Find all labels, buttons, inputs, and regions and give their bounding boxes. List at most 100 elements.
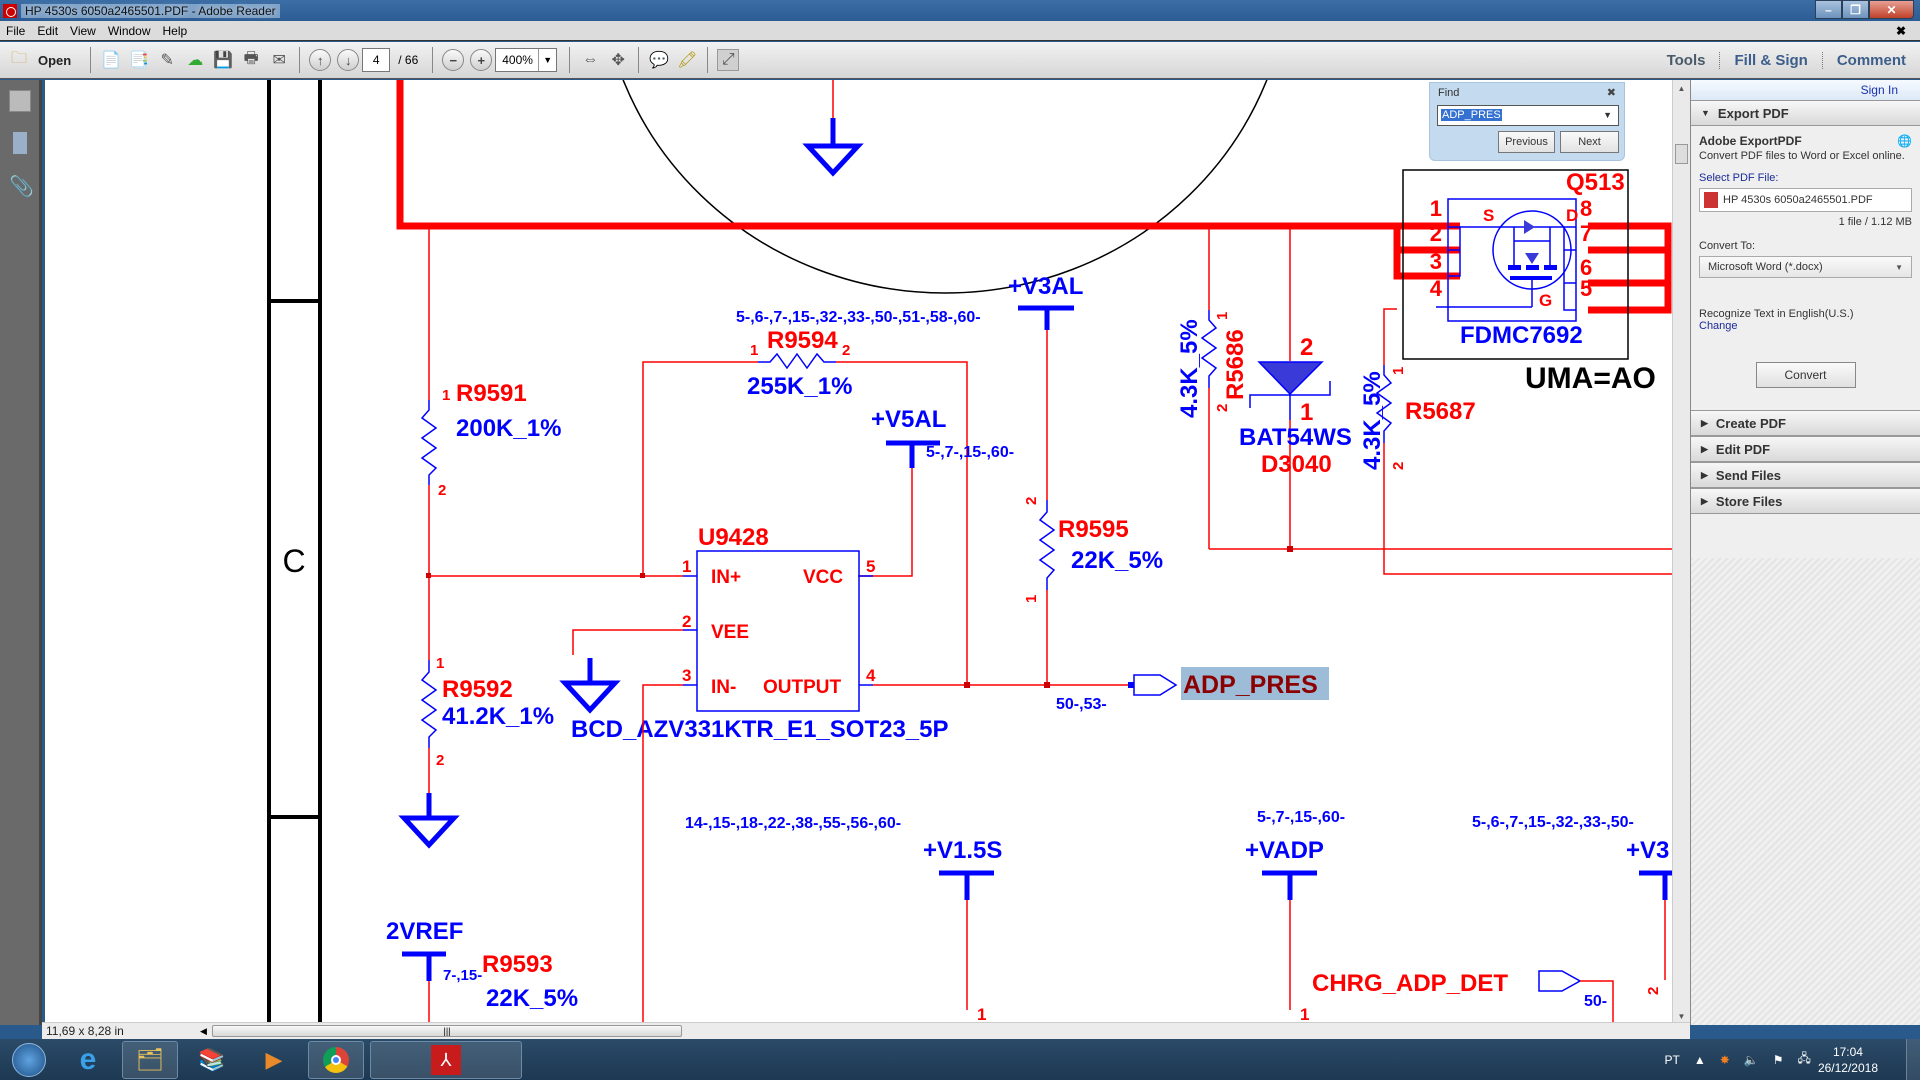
menu-help[interactable]: Help <box>157 24 194 38</box>
close-find-icon[interactable]: ✖ <box>1607 86 1616 99</box>
section-label: Send Files <box>1715 467 1781 483</box>
page-number-input[interactable]: 4 <box>362 48 391 72</box>
page-thumbnails-icon[interactable] <box>9 90 31 112</box>
pin-label: 2 <box>1300 334 1313 361</box>
upload-cloud-icon[interactable]: ☁ <box>184 49 206 71</box>
maximize-button[interactable]: ❐ <box>1842 0 1869 19</box>
sticky-note-icon[interactable]: 💬 <box>648 49 670 71</box>
pin-name: OUTPUT <box>763 677 842 698</box>
resistor-r9595 <box>1038 500 1056 590</box>
print-icon[interactable]: 🖶 <box>240 49 262 71</box>
scrollbar-thumb[interactable] <box>1675 144 1688 164</box>
previous-page-button[interactable]: ↑ <box>309 49 332 71</box>
fit-width-icon[interactable]: ⇔ <box>579 49 601 71</box>
clock-date: 26/12/2018 <box>1817 1060 1878 1075</box>
ref-r9593: R9593 <box>482 951 553 978</box>
rail-v3-refs: 5-,6-,7-,15-,32-,33-,50- <box>1472 814 1634 831</box>
language-indicator[interactable]: PT <box>1665 1053 1680 1067</box>
rail-v3al-label: +V3AL <box>1008 273 1083 300</box>
ref-d3040: D3040 <box>1261 451 1332 478</box>
resistor-r9594 <box>758 352 836 370</box>
toolbar-separator <box>432 47 434 73</box>
document-view[interactable]: C 1 R9591 200K_1% 2 1 R9592 41.2K_1% 2 1… <box>45 80 1672 1025</box>
sign-in-link[interactable]: Sign In <box>1691 80 1920 100</box>
store-files-section[interactable]: ▶ Store Files <box>1691 488 1920 514</box>
option-label: UMA=AO <box>1525 362 1656 395</box>
recognize-text: Recognize Text in English(U.S.) <box>1699 308 1854 320</box>
zoom-out-button[interactable]: − <box>442 49 465 71</box>
toolbar-separator <box>90 47 92 73</box>
close-button[interactable]: ✕ <box>1869 0 1914 19</box>
selected-file-field[interactable]: HP 4530s 6050a2465501.PDF <box>1699 188 1912 212</box>
next-page-button[interactable]: ↓ <box>337 49 360 71</box>
chevron-down-icon[interactable]: ▼ <box>538 49 556 71</box>
winrar-icon[interactable]: 📚 <box>184 1041 240 1079</box>
minimize-button[interactable]: – <box>1815 0 1842 19</box>
create-pdf-section[interactable]: ▶ Create PDF <box>1691 410 1920 436</box>
show-desktop-button[interactable] <box>1906 1039 1920 1080</box>
find-previous-button[interactable]: Previous <box>1498 131 1555 153</box>
menu-view[interactable]: View <box>64 24 102 38</box>
bookmarks-icon[interactable] <box>13 132 27 154</box>
edit-pdf-section[interactable]: ▶ Edit PDF <box>1691 436 1920 462</box>
show-hidden-icons[interactable]: ▲ <box>1694 1053 1706 1067</box>
pin-label: 1 <box>750 342 758 359</box>
vertical-scrollbar[interactable]: ▲ ▼ <box>1672 80 1690 1025</box>
combine-files-icon[interactable]: 📑 <box>128 49 150 71</box>
fill-sign-tab[interactable]: Fill & Sign <box>1719 52 1821 69</box>
menu-window[interactable]: Window <box>102 24 157 38</box>
clock-time: 17:04 <box>1832 1044 1863 1059</box>
export-title: Adobe ExportPDF <box>1699 134 1802 148</box>
chevron-down-icon[interactable]: ▼ <box>1603 110 1612 120</box>
avast-icon[interactable]: ✸ <box>1720 1053 1730 1067</box>
menu-bar: File Edit View Window Help ✖ <box>0 21 1920 41</box>
email-icon[interactable]: ✉ <box>268 49 290 71</box>
convert-format-select[interactable]: Microsoft Word (*.docx) ▼ <box>1699 256 1912 278</box>
pin-label: 2 <box>842 342 850 359</box>
horizontal-scrollbar[interactable]: ||| <box>212 1025 682 1037</box>
highlight-text-icon[interactable]: 🖍 <box>676 49 698 71</box>
action-center-flag-icon[interactable]: ⚑ <box>1773 1053 1784 1067</box>
save-icon[interactable]: 💾 <box>212 49 234 71</box>
fit-page-icon[interactable]: ✥ <box>607 49 629 71</box>
internet-explorer-icon[interactable]: e <box>60 1041 116 1079</box>
scroll-down-icon[interactable]: ▼ <box>1673 1012 1690 1021</box>
change-language-link[interactable]: Change <box>1699 320 1912 332</box>
rail-v3-label: +V3 <box>1626 837 1669 864</box>
find-input[interactable]: ADP_PRES ▼ <box>1437 105 1619 126</box>
taskbar: e 🗂 📚 ▶ ⅄ PT ▲ ✸ 🔈 ⚑ 🖧 17:04 26/12/2018 <box>0 1039 1920 1080</box>
zoom-level-select[interactable]: 400% ▼ <box>495 48 558 72</box>
comment-tab[interactable]: Comment <box>1821 52 1920 69</box>
edit-pdf-icon[interactable]: ✎ <box>156 49 178 71</box>
ref-r9592: R9592 <box>442 676 513 703</box>
media-player-icon[interactable]: ▶ <box>246 1041 302 1079</box>
pin-label: 2 <box>1390 462 1407 470</box>
net-chrg-adp-det: CHRG_ADP_DET <box>1312 970 1508 997</box>
expand-triangle-icon: ▶ <box>1701 417 1708 428</box>
menu-edit[interactable]: Edit <box>31 24 64 38</box>
diode-d3040 <box>1249 361 1331 420</box>
value-r9591: 200K_1% <box>456 415 561 442</box>
adobe-reader-taskbar-icon[interactable]: ⅄ <box>370 1040 522 1079</box>
open-button[interactable]: 🗀 Open <box>8 45 71 75</box>
chrome-icon[interactable] <box>308 1040 364 1079</box>
tools-tab[interactable]: Tools <box>1653 52 1720 69</box>
network-icon[interactable]: 🖧 <box>1798 1049 1811 1070</box>
close-document-icon[interactable]: ✖ <box>1890 24 1912 38</box>
clock[interactable]: 17:04 26/12/2018 <box>1818 1044 1878 1076</box>
menu-file[interactable]: File <box>0 24 31 38</box>
full-screen-icon[interactable]: ⤢ <box>717 49 740 71</box>
scroll-left-icon[interactable]: ◀ <box>200 1026 207 1037</box>
convert-button[interactable]: Convert <box>1755 362 1856 388</box>
start-button[interactable] <box>4 1041 54 1079</box>
zoom-in-button[interactable]: + <box>470 49 493 71</box>
export-pdf-header[interactable]: ▼ Export PDF <box>1691 100 1920 126</box>
file-explorer-icon[interactable]: 🗂 <box>122 1040 178 1079</box>
pin-label: 8 <box>1580 196 1592 221</box>
send-files-section[interactable]: ▶ Send Files <box>1691 462 1920 488</box>
create-pdf-icon[interactable]: 📄 <box>100 49 122 71</box>
find-next-button[interactable]: Next <box>1560 131 1619 153</box>
attachments-icon[interactable]: 📎 <box>9 174 34 198</box>
scroll-up-icon[interactable]: ▲ <box>1673 84 1690 93</box>
volume-icon[interactable]: 🔈 <box>1744 1053 1759 1067</box>
